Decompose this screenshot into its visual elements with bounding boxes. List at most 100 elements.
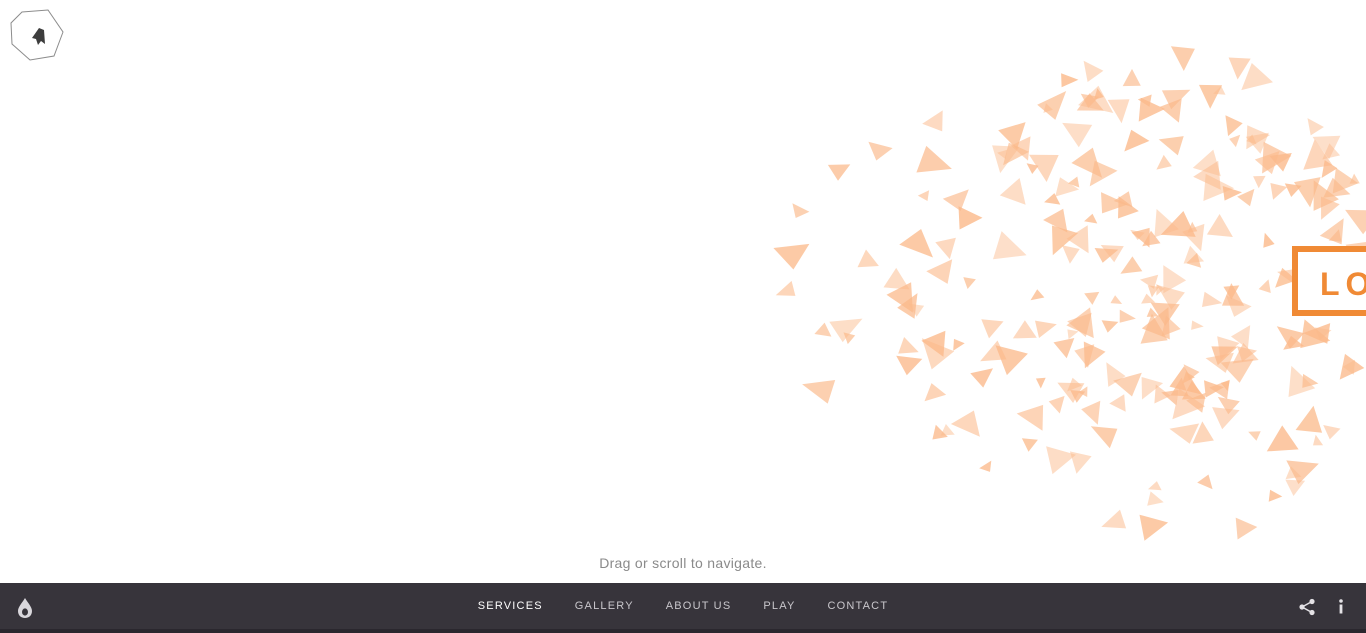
particle-triangle: [926, 259, 953, 284]
particle-triangle: [1183, 364, 1200, 381]
particle-triangle: [868, 141, 893, 161]
particle-triangle: [1150, 302, 1180, 326]
particle-triangle: [827, 164, 851, 181]
particle-triangle: [1303, 323, 1331, 344]
particle-triangle: [1094, 88, 1104, 100]
particle-triangle: [1203, 173, 1235, 201]
main-nav: SERVICES GALLERY ABOUT US PLAY CONTACT: [0, 583, 1366, 629]
particle-triangle: [1163, 265, 1187, 294]
share-icon[interactable]: [1298, 598, 1316, 616]
particle-triangle: [1003, 142, 1029, 166]
intro-title-box[interactable]: LO: [1292, 246, 1366, 316]
particle-triangle: [1138, 97, 1165, 122]
particle-triangle: [1284, 183, 1302, 197]
particle-triangle: [1029, 154, 1059, 182]
particle-triangle: [1084, 213, 1098, 224]
particle-triangle: [792, 203, 810, 218]
particle-triangle: [1083, 60, 1104, 82]
particle-triangle: [897, 293, 918, 319]
particle-triangle: [1140, 313, 1168, 344]
particle-triangle: [802, 380, 836, 404]
particle-triangle: [1156, 284, 1185, 310]
particle-triangle: [1313, 180, 1339, 211]
particle-triangle: [935, 237, 956, 260]
particle-triangle: [1225, 295, 1252, 317]
particle-triangle: [814, 322, 832, 337]
particle-triangle: [1122, 68, 1141, 87]
particle-triangle: [775, 280, 796, 296]
particle-triangle: [1081, 400, 1101, 425]
particle-triangle: [1156, 284, 1165, 296]
particle-triangle: [1182, 380, 1206, 400]
nav-item-services[interactable]: SERVICES: [478, 600, 543, 612]
particle-triangle: [1069, 451, 1092, 474]
particle-triangle: [1202, 291, 1223, 307]
particle-cloud: [773, 46, 1366, 541]
particle-triangle: [1237, 346, 1257, 362]
particle-triangle: [1030, 289, 1045, 301]
particle-triangle: [1010, 136, 1031, 161]
particle-triangle: [1323, 425, 1341, 440]
particle-triangle: [981, 319, 1004, 339]
particle-triangle: [1321, 160, 1338, 178]
particle-triangle: [970, 368, 993, 388]
particle-triangle: [1154, 209, 1179, 238]
particle-triangle: [942, 189, 969, 211]
nav-item-play[interactable]: PLAY: [763, 600, 795, 612]
particle-triangle: [1148, 481, 1162, 491]
particle-triangle: [1241, 63, 1273, 91]
particle-triangle: [1211, 346, 1238, 366]
drop-logo-icon[interactable]: [15, 597, 35, 619]
particle-triangle: [979, 460, 992, 472]
particle-triangle: [1295, 405, 1323, 433]
particle-triangle: [1026, 163, 1039, 174]
particle-triangle: [1043, 103, 1053, 113]
particle-triangle: [1263, 232, 1275, 248]
particle-triangle: [1046, 446, 1076, 475]
particle-triangle: [1062, 245, 1080, 264]
particle-triangle: [1253, 175, 1266, 189]
studio-logo-icon[interactable]: [8, 8, 64, 62]
particle-triangle: [1314, 327, 1332, 341]
particle-triangle: [1130, 229, 1145, 240]
particle-triangle: [1328, 229, 1342, 242]
particle-triangle: [1217, 336, 1240, 360]
particle-triangle: [1062, 122, 1093, 148]
particle-triangle: [1235, 517, 1258, 540]
particle-triangle: [1245, 132, 1269, 154]
nav-item-about-us[interactable]: ABOUT US: [666, 600, 732, 612]
nav-item-contact[interactable]: CONTACT: [828, 600, 889, 612]
particle-triangle: [1345, 209, 1366, 235]
particle-triangle: [1268, 489, 1283, 502]
particle-triangle: [998, 122, 1026, 150]
particle-triangle: [1286, 460, 1319, 485]
particle-triangle: [1223, 285, 1240, 300]
particle-triangle: [1222, 186, 1242, 201]
particle-triangle: [1101, 509, 1127, 529]
navigation-hint: Drag or scroll to navigate.: [599, 555, 767, 571]
info-icon[interactable]: [1334, 598, 1348, 616]
intro-title-text: LO: [1320, 266, 1366, 302]
particle-triangle: [1141, 377, 1164, 400]
particle-triangle: [1276, 326, 1305, 349]
particle-triangle: [1113, 191, 1133, 208]
particle-triangle: [1160, 211, 1196, 237]
particle-triangle: [1076, 93, 1104, 111]
particle-triangle: [1332, 167, 1359, 194]
particle-triangle: [1109, 394, 1126, 412]
particle-triangle: [1147, 491, 1164, 506]
particle-triangle: [883, 267, 910, 290]
particle-triangle: [1322, 143, 1341, 160]
particle-triangle: [1312, 135, 1341, 160]
particle-triangle: [1110, 295, 1123, 304]
particle-triangle: [1119, 309, 1136, 323]
particle-triangle: [1154, 384, 1171, 404]
particle-triangle: [993, 231, 1027, 260]
particle-triangle: [1192, 421, 1214, 444]
nav-item-gallery[interactable]: GALLERY: [575, 600, 634, 612]
particle-triangle: [1107, 99, 1130, 124]
particle-triangle: [1288, 365, 1316, 397]
particle-triangle: [1246, 134, 1257, 145]
particle-triangle: [995, 345, 1028, 376]
particle-triangle: [1067, 329, 1079, 340]
